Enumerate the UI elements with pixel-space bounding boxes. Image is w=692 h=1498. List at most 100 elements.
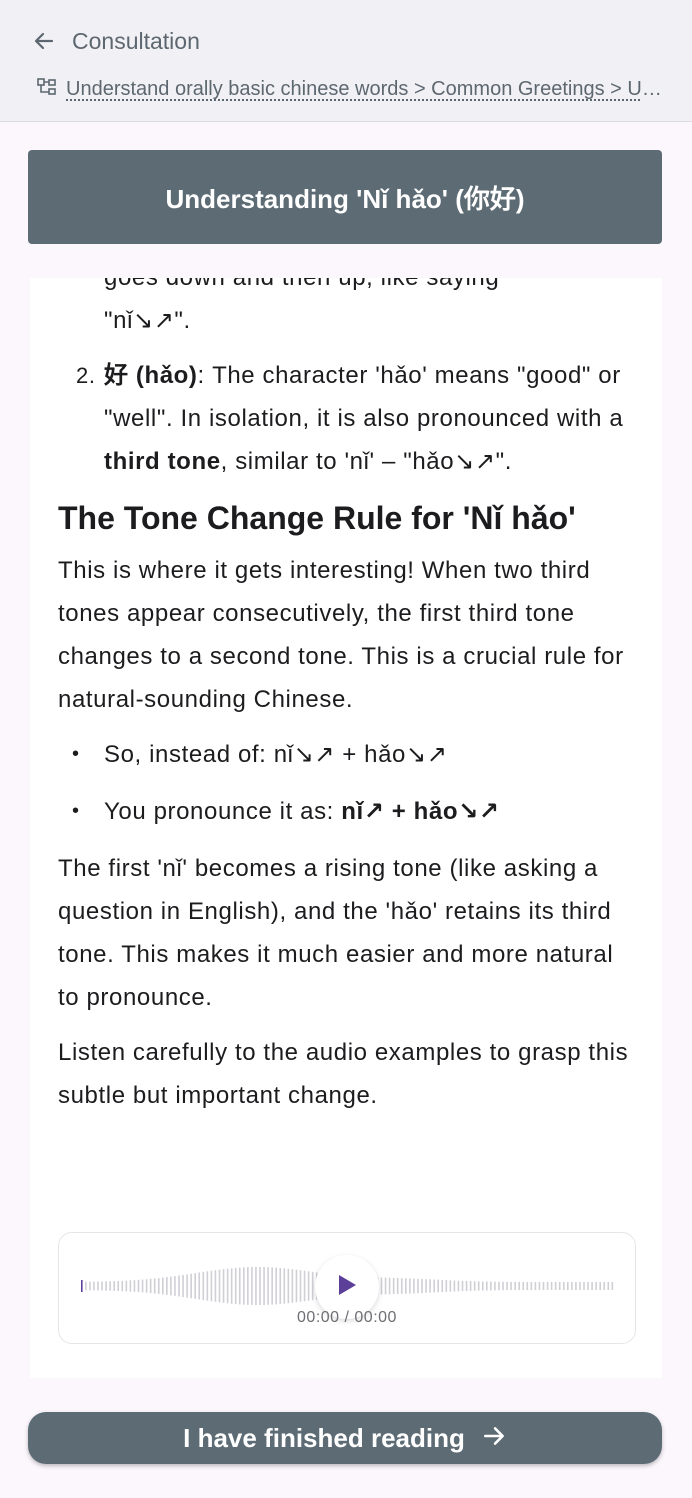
waveform-bar	[311, 1271, 314, 1301]
waveform-bar	[554, 1281, 557, 1291]
waveform-bar	[380, 1277, 383, 1295]
waveform-bar	[218, 1269, 221, 1303]
waveform-bar	[518, 1281, 520, 1291]
waveform-bar	[113, 1281, 115, 1291]
waveform-bar	[583, 1282, 585, 1290]
bullet-dot: •	[72, 743, 80, 765]
waveform-bar	[498, 1281, 500, 1291]
header-title: Consultation	[72, 27, 200, 54]
waveform-bar	[162, 1277, 164, 1295]
waveform-bar	[275, 1267, 277, 1305]
waveform-bar	[222, 1269, 225, 1303]
waveform-bar	[510, 1281, 512, 1291]
finish-reading-button[interactable]: I have finished reading	[28, 1412, 662, 1464]
item1-tail-line: goes down and then up, like saying	[104, 278, 499, 291]
waveform-bar	[599, 1282, 601, 1290]
waveform-bar	[226, 1268, 229, 1304]
waveform-bar	[210, 1270, 213, 1302]
waveform-bar	[595, 1282, 597, 1290]
list-item: • So, instead of: nǐ↘↗ + hǎo↘↗	[58, 733, 638, 776]
waveform-bar	[133, 1280, 136, 1292]
reading-inner: goes down and then up, like saying "nǐ↘↗…	[58, 278, 638, 1129]
waveform-bar	[194, 1273, 196, 1299]
waveform-bar	[85, 1281, 87, 1291]
breadcrumb-link[interactable]: Understand orally basic chinese words > …	[66, 72, 662, 101]
waveform-bar	[97, 1281, 99, 1291]
list-number: 2.	[76, 363, 96, 388]
section-heading: The Tone Change Rule for 'Nǐ hǎo'	[58, 500, 576, 536]
waveform-bar	[530, 1281, 533, 1291]
waveform-bar	[405, 1278, 407, 1294]
waveform-bar	[117, 1280, 120, 1292]
waveform-bar	[449, 1280, 452, 1292]
item2-term: 好 (hǎo)	[104, 362, 198, 389]
paragraph: The first 'nǐ' becomes a rising tone (li…	[58, 855, 614, 1011]
waveform-bar	[571, 1282, 573, 1290]
waveform-bar	[89, 1281, 91, 1291]
waveform-bar	[121, 1280, 124, 1292]
waveform-bar	[396, 1278, 399, 1294]
waveform-bar	[490, 1281, 492, 1291]
waveform-bar	[429, 1279, 431, 1293]
waveform-bar	[587, 1282, 589, 1290]
waveform-bar	[206, 1271, 209, 1301]
waveform-bar	[457, 1280, 460, 1292]
arrow-left-icon[interactable]	[30, 27, 58, 55]
waveform-bar	[101, 1281, 103, 1291]
paragraph: Listen carefully to the audio examples t…	[58, 1039, 629, 1109]
bullet-dot: •	[72, 800, 80, 822]
item2-text-b: , similar to 'nǐ' – "hǎo↘↗".	[220, 448, 512, 475]
waveform-bar	[461, 1280, 464, 1292]
paragraph: This is where it gets interesting! When …	[58, 557, 624, 713]
waveform-bar	[526, 1281, 529, 1291]
waveform-bar	[465, 1280, 468, 1292]
top-header: Consultation Understand orally basic chi…	[0, 0, 692, 122]
waveform-bar	[534, 1281, 537, 1291]
waveform-bar	[259, 1267, 261, 1306]
back-row[interactable]: Consultation	[30, 24, 200, 58]
waveform-bar	[198, 1272, 201, 1300]
waveform-bar	[174, 1276, 176, 1296]
audio-time: 00:00 / 00:00	[297, 1309, 397, 1326]
waveform-bar	[506, 1281, 508, 1291]
waveform-bar	[170, 1276, 172, 1296]
waveform-bar	[591, 1282, 593, 1290]
waveform-bar	[247, 1267, 249, 1305]
waveform-bar	[271, 1267, 273, 1305]
waveform-bar	[109, 1281, 111, 1291]
waveform-bar	[283, 1268, 286, 1304]
waveform-bar	[611, 1282, 614, 1290]
waveform-bar	[145, 1279, 148, 1293]
item2-bold: third tone	[104, 448, 221, 475]
ordered-list: goes down and then up, like saying "nǐ↘↗…	[58, 278, 638, 483]
finish-label: I have finished reading	[183, 1422, 465, 1453]
waveform-bar	[473, 1281, 476, 1291]
waveform-bar	[287, 1268, 290, 1304]
waveform-bar	[141, 1279, 144, 1293]
waveform-bar	[538, 1281, 541, 1291]
list-item: goes down and then up, like saying "nǐ↘↗…	[58, 278, 638, 342]
waveform-bar	[546, 1281, 549, 1291]
waveform-bar	[558, 1281, 561, 1290]
waveform-bar	[93, 1281, 95, 1291]
waveform-bar	[125, 1280, 128, 1292]
breadcrumb[interactable]: Understand orally basic chinese words > …	[36, 72, 662, 101]
waveform-bar	[437, 1279, 439, 1293]
waveform-bar	[251, 1267, 253, 1305]
waveform-bar	[243, 1267, 245, 1305]
waveform-bar	[384, 1277, 387, 1295]
lesson-title: Understanding 'Nǐ hǎo' (你好)	[165, 183, 525, 214]
waveform-bar	[234, 1267, 237, 1305]
waveform-bar	[417, 1278, 419, 1294]
waveform-bar	[486, 1281, 488, 1291]
play-icon	[336, 1273, 358, 1302]
audio-player[interactable]: 00:00 / 00:00	[58, 1232, 636, 1344]
waveform-bar	[494, 1281, 496, 1291]
waveform-bar	[433, 1279, 435, 1293]
waveform-bar	[190, 1273, 192, 1299]
list-item: • You pronounce it as: nǐ↗ + hǎo↘↗	[58, 790, 638, 833]
reading-content[interactable]: goes down and then up, like saying "nǐ↘↗…	[30, 278, 662, 1378]
waveform-bar	[453, 1280, 456, 1292]
bullet-text: You pronounce it as:	[104, 798, 342, 825]
item1-tail-end: "nǐ↘↗".	[104, 307, 191, 334]
